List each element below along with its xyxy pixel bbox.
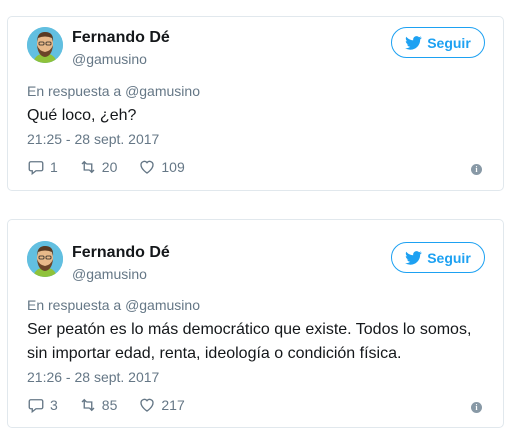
info-icon[interactable]: i <box>471 164 482 175</box>
avatar-illustration <box>27 241 63 277</box>
twitter-bird-icon <box>405 250 423 265</box>
like-button[interactable]: 217 <box>138 396 185 414</box>
follow-label: Seguir <box>427 249 471 266</box>
author-name[interactable]: Fernando Dé <box>72 244 170 262</box>
reply-context: En respuesta a @gamusino <box>27 297 200 313</box>
retweet-count: 20 <box>101 159 118 175</box>
like-icon <box>140 160 155 174</box>
reply-count: 1 <box>50 159 58 175</box>
tweet-actions: 1 20 109 <box>27 158 206 176</box>
retweet-icon <box>81 398 95 412</box>
retweet-count: 85 <box>101 397 118 413</box>
reply-mention-link[interactable]: @gamusino <box>125 297 200 313</box>
reply-prefix: En respuesta a <box>27 83 122 99</box>
follow-button[interactable]: Seguir <box>391 242 485 273</box>
reply-prefix: En respuesta a <box>27 297 122 313</box>
retweet-button[interactable]: 85 <box>79 396 118 414</box>
like-count: 217 <box>161 397 185 413</box>
tweet-card: Fernando Dé @gamusino Seguir En respuest… <box>7 16 504 191</box>
retweet-icon <box>81 160 95 174</box>
tweet-text: Ser peatón es lo más democrático que exi… <box>27 321 472 362</box>
reply-context: En respuesta a @gamusino <box>27 83 200 99</box>
twitter-bird-icon <box>405 35 423 50</box>
retweet-button[interactable]: 20 <box>79 158 118 176</box>
author-name[interactable]: Fernando Dé <box>72 29 170 47</box>
info-icon[interactable]: i <box>471 402 482 413</box>
tweet-actions: 3 85 217 <box>27 396 206 414</box>
reply-mention-link[interactable]: @gamusino <box>125 83 200 99</box>
reply-icon <box>28 399 44 414</box>
follow-button[interactable]: Seguir <box>391 27 485 58</box>
avatar[interactable] <box>27 241 63 277</box>
tweet-card: Fernando Dé @gamusino Seguir En respuest… <box>7 219 504 428</box>
reply-icon <box>28 161 44 176</box>
author-handle[interactable]: @gamusino <box>72 51 147 67</box>
follow-label: Seguir <box>427 34 471 51</box>
like-count: 109 <box>161 159 185 175</box>
tweet-text: Qué loco, ¿eh? <box>27 107 137 124</box>
like-icon <box>140 398 155 412</box>
reply-button[interactable]: 3 <box>27 396 58 414</box>
like-button[interactable]: 109 <box>138 158 185 176</box>
reply-count: 3 <box>50 397 58 413</box>
author-handle[interactable]: @gamusino <box>72 266 147 282</box>
tweet-timestamp[interactable]: 21:25 - 28 sept. 2017 <box>27 131 159 147</box>
reply-button[interactable]: 1 <box>27 158 58 176</box>
avatar-illustration <box>27 27 63 63</box>
avatar[interactable] <box>27 27 63 63</box>
tweet-timestamp[interactable]: 21:26 - 28 sept. 2017 <box>27 369 159 385</box>
